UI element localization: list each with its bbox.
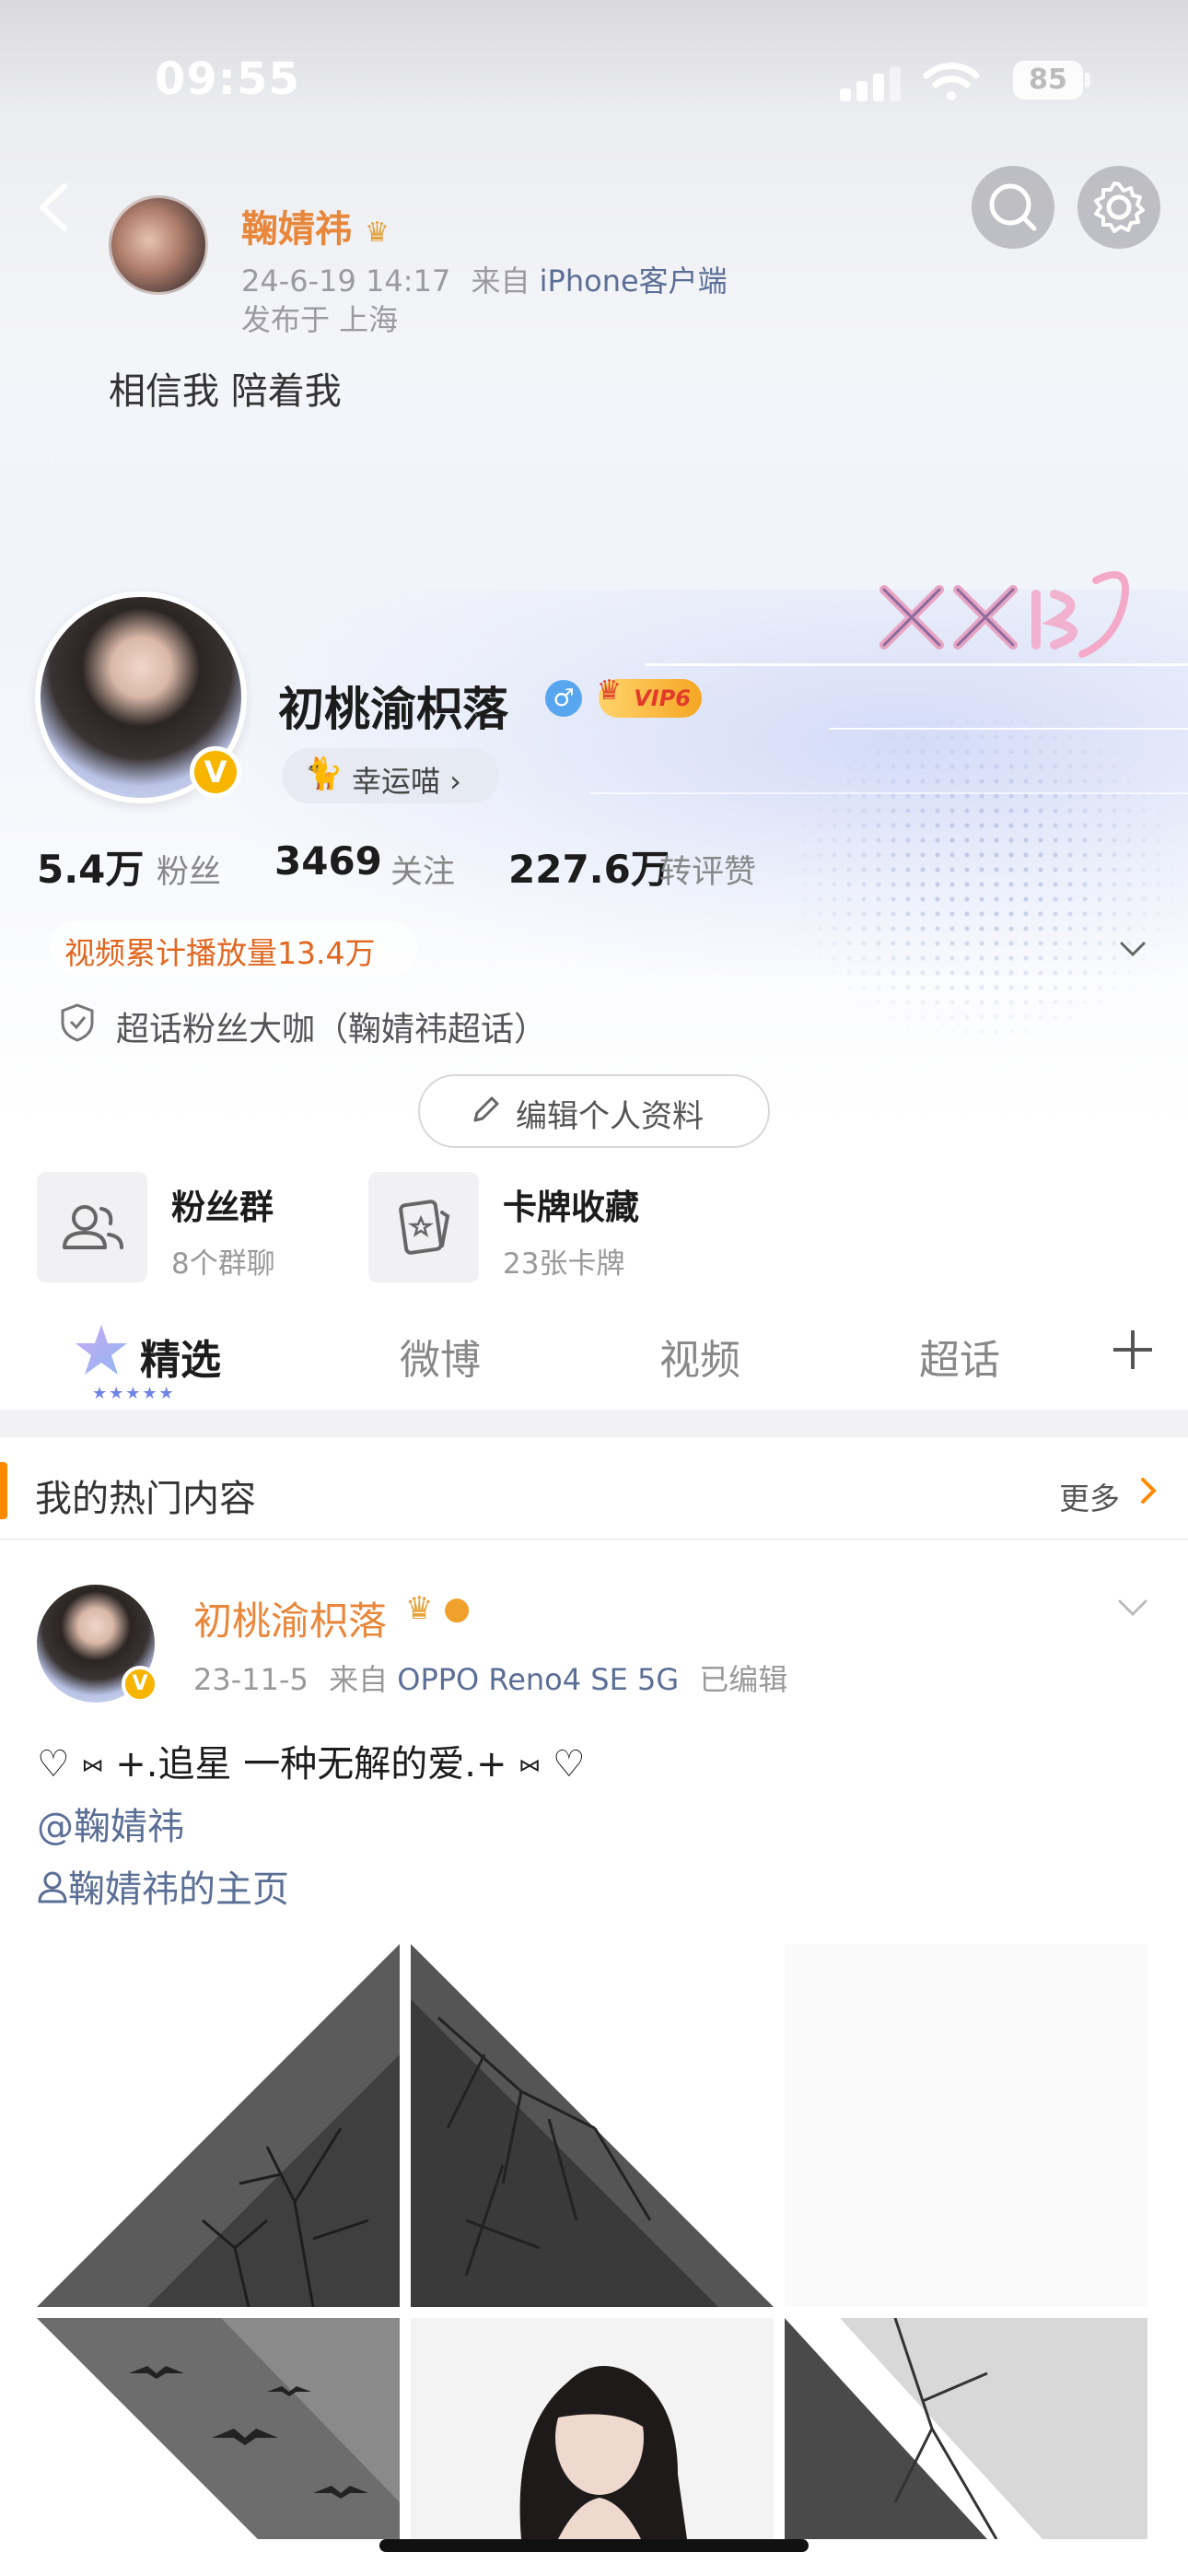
tab-supertopic[interactable]: 超话 [919, 1327, 1000, 1386]
chevron-down-icon[interactable] [1114, 931, 1151, 967]
search-button[interactable] [972, 166, 1054, 249]
likes-label[interactable]: 转评赞 [659, 846, 756, 893]
back-icon[interactable] [28, 175, 83, 240]
fan-group-title[interactable]: 粉丝群 [171, 1179, 274, 1229]
portrait-image [411, 2318, 774, 2539]
feed-author-badges: ♛ ● [405, 1590, 471, 1627]
more-link[interactable]: 更多 [1059, 1474, 1120, 1518]
pinned-post-author-name: 鞠婧祎 [241, 208, 352, 251]
feed-post-edited[interactable]: 已编辑 [699, 1662, 787, 1697]
feed-post-from: 来自 [329, 1662, 389, 1697]
male-gender-icon: ♂ [545, 680, 582, 717]
homepage-link[interactable]: 鞠婧祎的主页 [37, 1859, 289, 1913]
search-icon [989, 183, 1037, 231]
fan-group-sub: 8个群聊 [171, 1247, 275, 1281]
battery-indicator: 85 [1013, 61, 1083, 100]
feed-post-source[interactable]: OPPO Reno4 SE 5G [397, 1662, 679, 1697]
card-collection-tile[interactable] [368, 1172, 479, 1282]
feed-post-date: 23-11-5 [193, 1662, 309, 1697]
decorative-streak [829, 728, 1188, 730]
home-indicator[interactable] [379, 2539, 809, 2552]
chevron-down-icon[interactable] [1114, 1594, 1151, 1622]
tab-weibo[interactable]: 微博 [400, 1327, 481, 1386]
crown-icon: ♛ [364, 217, 390, 249]
pinned-post-author[interactable]: 鞠婧祎 ♛ [241, 199, 390, 252]
gear-icon [1094, 181, 1145, 233]
pinned-post-text[interactable]: 相信我 陪着我 [109, 361, 342, 415]
battery-tip [1085, 73, 1090, 88]
vip-crown-icon: ♛ [597, 674, 622, 707]
fan-group-tile[interactable] [37, 1172, 147, 1282]
tab-featured[interactable]: 精选 [140, 1327, 221, 1386]
post-image-6[interactable] [785, 2318, 1147, 2539]
card-collection-title[interactable]: 卡牌收藏 [503, 1179, 639, 1229]
hot-content-title: 我的热门内容 [35, 1478, 256, 1520]
pinned-post-from: 来自 [471, 263, 530, 299]
supertopic-fan-label[interactable]: 超话粉丝大咖（鞠婧祎超话） [116, 1002, 547, 1050]
shield-icon [61, 1003, 94, 1042]
following-count[interactable]: 3469 [274, 838, 382, 884]
tree-branches-image [37, 1944, 400, 2307]
section-accent-bar [0, 1462, 7, 1519]
lucky-cat-label: 幸运喵 › [352, 764, 461, 799]
chevron-right-icon[interactable] [1135, 1472, 1162, 1509]
verified-badge-icon: V [190, 746, 241, 798]
settings-button[interactable] [1077, 166, 1160, 249]
feed-post-author[interactable]: 初桃渝枳落 [193, 1590, 387, 1646]
user-icon [38, 1871, 67, 1903]
post-image-2[interactable] [411, 1944, 774, 2307]
tab-active-indicator: ★★★★★ [92, 1384, 176, 1403]
decorative-streak [589, 792, 1188, 794]
pinned-post-time: 24-6-19 14:17 [241, 263, 451, 299]
verified-badge-icon: V [122, 1666, 158, 1703]
pufferfish-icon: ● [443, 1590, 471, 1627]
followers-count[interactable]: 5.4万 [37, 838, 144, 895]
decorative-dots [783, 700, 1188, 1050]
following-label[interactable]: 关注 [390, 846, 455, 893]
post-image-3[interactable] [785, 1944, 1147, 2307]
mention-link[interactable]: @鞠婧祎 [37, 1797, 184, 1850]
video-plays-text: 视频累计播放量13.4万 [64, 935, 376, 971]
tree-image [785, 2318, 1147, 2539]
divider [0, 1539, 1188, 1540]
cellular-signal-icon [840, 64, 904, 101]
post-image-4[interactable] [37, 2318, 400, 2539]
decorative-sticker [879, 570, 1129, 658]
likes-count[interactable]: 227.6万 [508, 838, 670, 895]
profile-name: 初桃渝枳落 [278, 683, 508, 736]
pinned-post-location: 发布于 上海 [241, 302, 399, 337]
section-separator [0, 1410, 1188, 1437]
status-time: 09:55 [155, 53, 300, 105]
birds-image [37, 2318, 400, 2539]
edit-profile-label: 编辑个人资料 [516, 1098, 704, 1135]
homepage-link-label: 鞠婧祎的主页 [68, 1868, 289, 1911]
wifi-icon [923, 63, 980, 100]
card-icon [399, 1200, 450, 1255]
followers-label[interactable]: 粉丝 [157, 846, 221, 893]
users-icon [63, 1205, 123, 1249]
post-image-5[interactable] [411, 2318, 774, 2539]
pencil-icon [473, 1096, 499, 1122]
crown-icon: ♛ [405, 1590, 434, 1627]
pinned-post-source[interactable]: iPhone客户端 [540, 263, 728, 299]
feed-post-text[interactable]: ♡ ⑅ +.追星 一种无解的爱.+ ⑅ ♡ [37, 1734, 586, 1787]
pinned-post-avatar[interactable] [109, 195, 208, 295]
post-image-1[interactable] [37, 1944, 400, 2307]
cat-icon: 🐈 [304, 755, 344, 792]
pinned-post-meta: 24-6-19 14:17 来自 iPhone客户端 [241, 258, 728, 300]
tree-branches-image [411, 1944, 774, 2307]
featured-star-icon [76, 1325, 127, 1375]
card-collection-sub: 23张卡牌 [503, 1247, 625, 1281]
add-tab-icon[interactable] [1110, 1327, 1156, 1373]
feed-post-meta: 23-11-5 来自 OPPO Reno4 SE 5G 已编辑 [193, 1657, 787, 1699]
tab-video[interactable]: 视频 [659, 1327, 740, 1386]
